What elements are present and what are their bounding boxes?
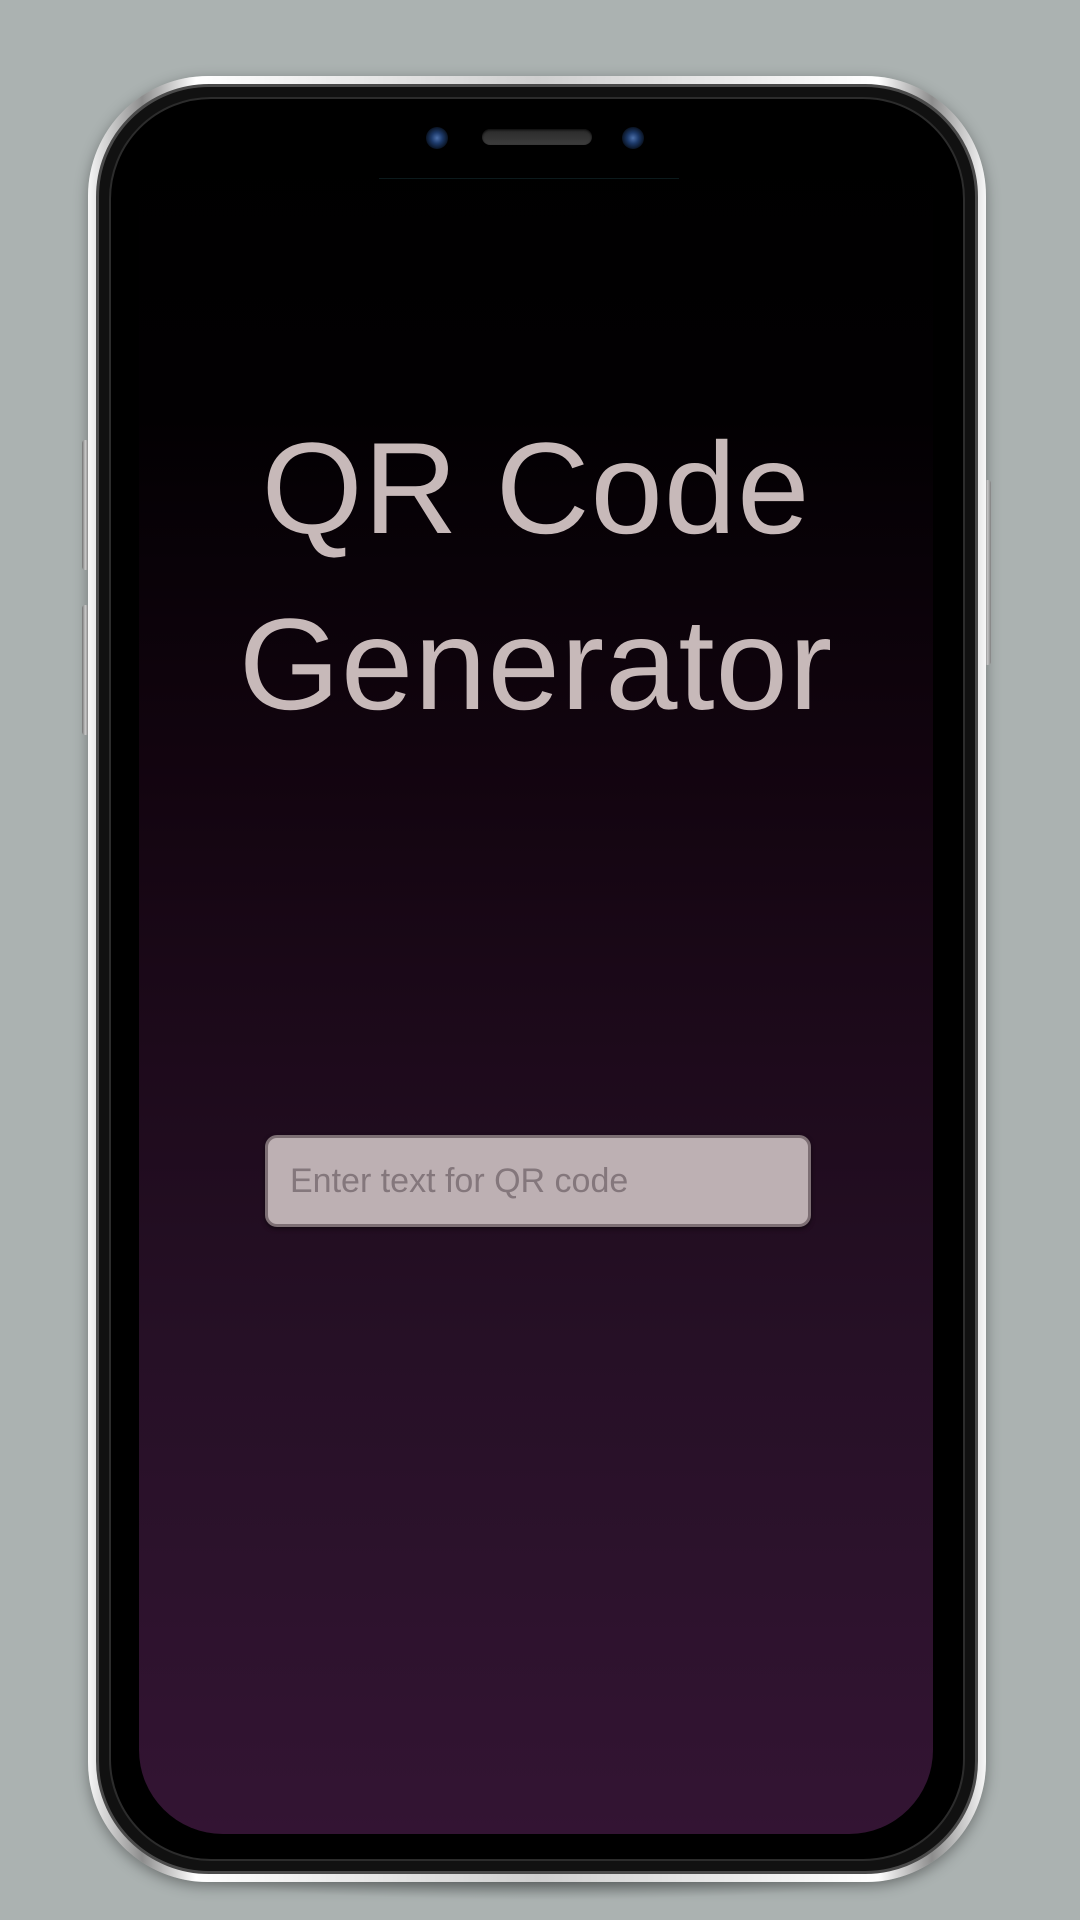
speaker-icon xyxy=(482,129,592,145)
qr-text-input[interactable] xyxy=(265,1135,811,1227)
phone-screen: QR Code Generator xyxy=(139,100,933,1834)
notch xyxy=(139,100,933,180)
stage: QR Code Generator xyxy=(0,0,1080,1920)
page-title: QR Code Generator xyxy=(139,400,933,752)
notch-divider xyxy=(379,178,679,179)
front-camera-icon xyxy=(426,127,448,149)
page-title-line-1: QR Code xyxy=(261,415,811,561)
page-title-line-2: Generator xyxy=(238,591,834,737)
sensor-icon xyxy=(622,127,644,149)
